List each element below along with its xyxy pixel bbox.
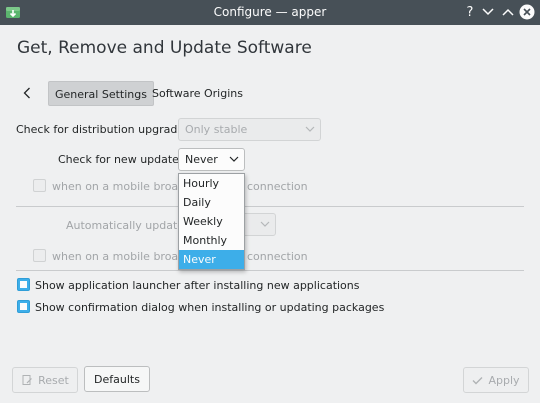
new-updates-select[interactable]: Never — [178, 148, 245, 171]
window-title: Configure — apper — [213, 5, 327, 19]
distribution-upgrades-value: Only stable — [185, 123, 248, 136]
mobile-broadband-label-1-start: when on a mobile broadba — [52, 180, 199, 193]
apply-button-label: Apply — [488, 373, 520, 387]
chevron-down-icon — [482, 8, 494, 16]
defaults-button[interactable]: Defaults — [84, 366, 150, 392]
option-weekly[interactable]: Weekly — [179, 212, 244, 231]
maximize-button[interactable] — [499, 3, 517, 21]
reset-icon — [22, 375, 33, 385]
help-button[interactable]: ? — [461, 3, 479, 21]
reset-button-label: Reset — [38, 373, 69, 387]
tab-software-origins[interactable]: Software Origins — [146, 81, 249, 106]
chevron-up-icon — [502, 8, 514, 16]
option-hourly[interactable]: Hourly — [179, 174, 244, 193]
section-divider-2 — [16, 270, 524, 271]
option-monthly[interactable]: Monthly — [179, 231, 244, 250]
distribution-upgrades-select: Only stable — [178, 118, 321, 141]
chevron-down-icon — [260, 221, 270, 227]
new-updates-label: Check for new updates: — [58, 153, 189, 166]
page-title: Get, Remove and Update Software — [17, 38, 312, 58]
distribution-upgrades-label: Check for distribution upgrades: — [16, 123, 194, 136]
show-confirmation-label[interactable]: Show confirmation dialog when installing… — [35, 301, 384, 314]
mobile-broadband-label-2-start: when on a mobile broadba — [52, 250, 199, 263]
section-divider-1 — [16, 206, 524, 207]
reset-button[interactable]: Reset — [12, 367, 78, 393]
tab-general-settings[interactable]: General Settings — [48, 81, 154, 106]
mobile-broadband-checkbox-2 — [33, 249, 46, 262]
update-frequency-dropdown: Hourly Daily Weekly Monthly Never — [178, 173, 245, 270]
defaults-button-label: Defaults — [94, 372, 140, 386]
close-icon — [519, 4, 535, 20]
mobile-broadband-label-2-end: connection — [247, 250, 308, 263]
auto-update-label: Automatically update: — [66, 219, 188, 232]
show-confirmation-checkbox[interactable] — [17, 300, 30, 313]
show-launcher-label[interactable]: Show application launcher after installi… — [35, 279, 360, 292]
help-icon: ? — [466, 4, 474, 20]
chevron-left-icon — [23, 87, 30, 99]
option-never[interactable]: Never — [179, 250, 244, 269]
chevron-down-icon — [229, 156, 239, 162]
mobile-broadband-checkbox-1 — [33, 179, 46, 192]
chevron-down-icon — [305, 126, 315, 132]
new-updates-value: Never — [185, 153, 218, 166]
back-button[interactable] — [16, 82, 38, 104]
apply-button[interactable]: Apply — [463, 367, 529, 393]
checkmark-icon — [472, 376, 483, 384]
close-button[interactable] — [518, 3, 536, 21]
mobile-broadband-label-1-end: connection — [247, 180, 308, 193]
option-daily[interactable]: Daily — [179, 193, 244, 212]
show-launcher-checkbox[interactable] — [17, 278, 30, 291]
minimize-button[interactable] — [479, 3, 497, 21]
window-titlebar[interactable]: Configure — apper ? — [0, 0, 540, 25]
